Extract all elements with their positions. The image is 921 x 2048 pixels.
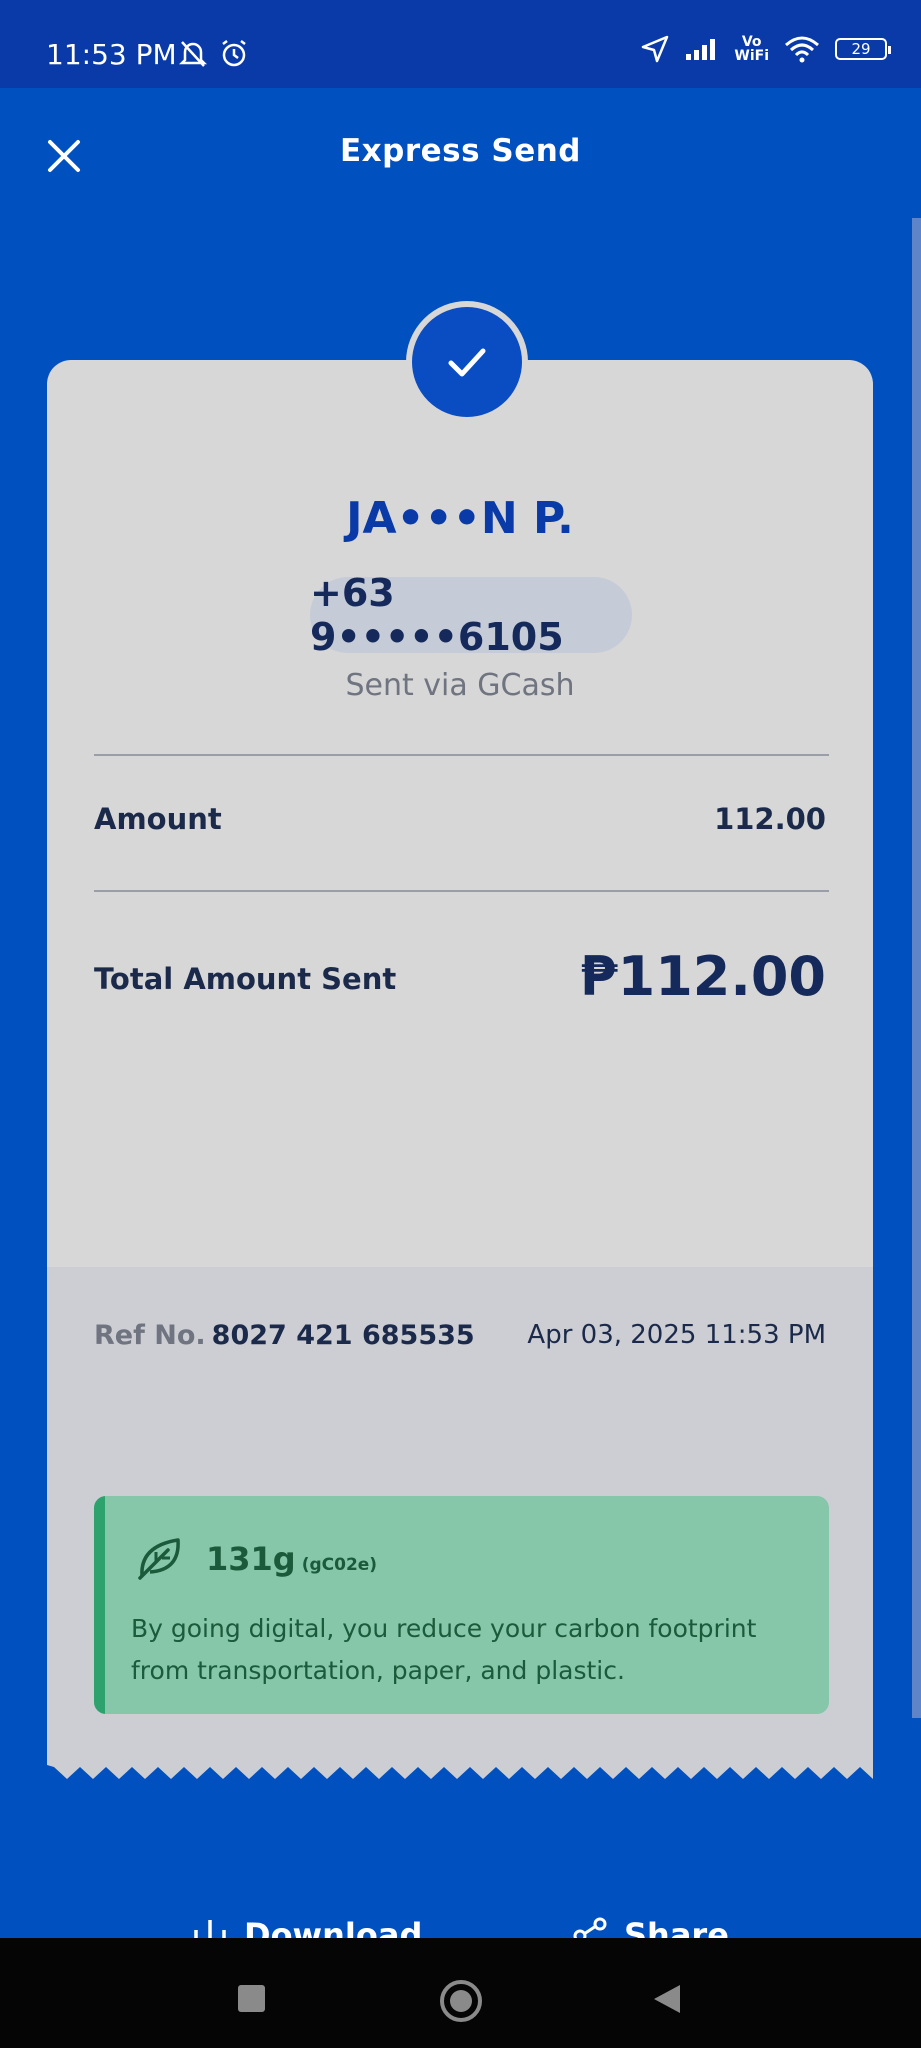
status-bar: 11:53 PM Vo WiFi 29 <box>0 0 921 88</box>
status-left-icons <box>178 38 250 70</box>
sent-via-label: Sent via GCash <box>345 668 575 703</box>
signal-icon <box>686 39 716 60</box>
bell-off-icon <box>178 41 208 67</box>
check-icon <box>448 348 486 377</box>
scrollbar[interactable] <box>912 218 921 1718</box>
total-amount-label: Total Amount Sent <box>94 962 397 996</box>
status-time: 11:53 PM <box>46 38 177 71</box>
vowifi-top: Vo <box>741 34 762 50</box>
carbon-saved: 131g (gC02e) <box>206 1540 377 1578</box>
success-badge <box>406 301 528 423</box>
recipient-phone: +63 9•••••6105 <box>310 571 632 659</box>
amount-label: Amount <box>94 802 222 836</box>
total-amount-value: ₱112.00 <box>580 945 826 1008</box>
divider <box>94 890 829 892</box>
battery-indicator: 29 <box>835 38 891 60</box>
location-arrow-icon <box>642 35 669 63</box>
vowifi-bottom: WiFi <box>734 48 769 64</box>
carbon-value: 131g <box>206 1540 296 1578</box>
eco-accent-bar <box>94 1496 105 1714</box>
carbon-unit: (gC02e) <box>301 1555 378 1575</box>
ref-value: 8027 421 685535 <box>211 1320 475 1351</box>
receipt-card: JA•••N P. +63 9•••••6105 Sent via GCash … <box>47 360 873 1765</box>
amount-value: 112.00 <box>714 802 826 836</box>
battery-level: 29 <box>851 40 871 58</box>
home-button[interactable] <box>440 1980 482 2022</box>
navigation-bar <box>0 1938 921 2048</box>
status-right-icons: Vo WiFi 29 <box>640 34 891 64</box>
carbon-footprint-card: 131g (gC02e) By going digital, you reduce… <box>94 1496 829 1714</box>
carbon-description: By going digital, you reduce your carbon… <box>131 1614 757 1685</box>
recent-apps-button[interactable] <box>238 1985 265 2012</box>
divider <box>94 754 829 756</box>
page-title: Express Send <box>340 133 581 169</box>
wifi-icon <box>785 36 819 63</box>
recipient-name: JA•••N P. <box>346 493 574 544</box>
reference-number: Ref No. 8027 421 685535 <box>94 1320 475 1351</box>
ref-label: Ref No. <box>94 1320 206 1351</box>
leaf-icon <box>138 1538 180 1580</box>
receipt-zigzag-edge <box>47 1765 873 1779</box>
vowifi-indicator: Vo WiFi <box>734 35 769 63</box>
alarm-icon <box>222 40 246 67</box>
back-button[interactable] <box>652 1983 682 2015</box>
transaction-date: Apr 03, 2025 11:53 PM <box>527 1320 826 1350</box>
